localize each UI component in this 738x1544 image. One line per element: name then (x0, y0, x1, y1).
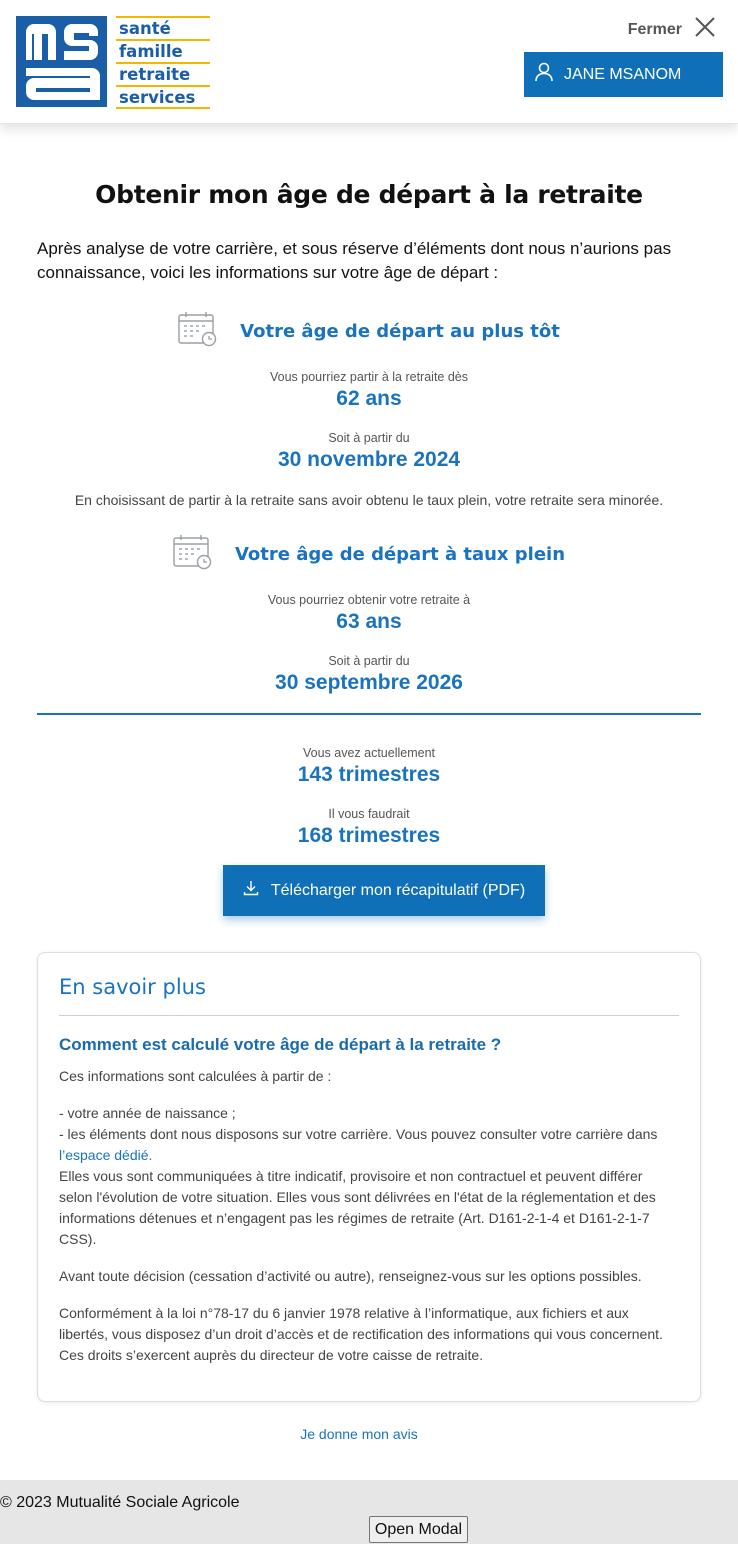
earliest-age-value: 62 ans (336, 387, 402, 410)
site-header: santé famille retraite services Fermer J… (0, 0, 738, 124)
calendar-clock-icon (178, 311, 218, 352)
earliest-departure-header: Votre âge de départ au plus tôt (37, 311, 701, 352)
calendar-clock-icon (173, 534, 213, 575)
download-wrap: Télécharger mon récapitulatif (PDF) (37, 865, 701, 916)
intro-text: Après analyse de votre carrière, et sous… (37, 239, 672, 282)
feedback-link[interactable]: Je donne mon avis (0, 1426, 718, 1442)
more-info-p1: Ces informations sont calculées à partir… (59, 1068, 332, 1084)
more-info-p4: Conformément à la loi n°78-17 du 6 janvi… (59, 1305, 663, 1363)
full-rate-date-label: Soit à partir du (328, 654, 410, 668)
card-divider (59, 1015, 679, 1016)
more-info-card: En savoir plus Comment est calculé votre… (37, 952, 701, 1402)
msa-logo-text: santé famille retraite services (116, 16, 210, 109)
site-footer: © 2023 Mutualité Sociale Agricole Open M… (0, 1480, 738, 1544)
user-name: JANE MSANOM (564, 65, 682, 83)
close-label: Fermer (627, 20, 682, 38)
download-icon (243, 880, 259, 901)
full-rate-section: Votre âge de départ à taux plein Vous po… (37, 534, 701, 695)
required-quarters-value: 168 trimestres (297, 824, 441, 847)
msa-logo[interactable]: santé famille retraite services (16, 16, 210, 109)
full-rate-title: Votre âge de départ à taux plein (234, 544, 566, 565)
earliest-date-value: 30 novembre 2024 (277, 448, 461, 471)
more-info-title: En savoir plus (59, 975, 206, 999)
more-info-p3: Avant toute décision (cessation d’activi… (59, 1268, 642, 1284)
logo-line: santé (116, 16, 210, 39)
more-info-p2-rest: Elles vous sont communiquées à titre ind… (59, 1168, 656, 1247)
full-rate-header: Votre âge de départ à taux plein (37, 534, 701, 575)
espace-dedie-link[interactable]: l’espace dédié (59, 1147, 149, 1163)
logo-line: services (116, 85, 210, 109)
main-content: Obtenir mon âge de départ à la retraite … (37, 180, 701, 916)
current-quarters-label: Vous avez actuellement (302, 746, 436, 760)
earliest-date-label: Soit à partir du (328, 431, 410, 445)
page-title: Obtenir mon âge de départ à la retraite (95, 180, 643, 209)
section-divider (37, 713, 701, 715)
link-period: . (148, 1147, 153, 1163)
msa-logo-mark (16, 16, 107, 107)
earliest-note: En choisissant de partir à la retraite s… (74, 492, 664, 508)
more-info-p2-line2-wrap: - les éléments dont nous disposons sur v… (59, 1124, 679, 1166)
logo-line: retraite (116, 62, 210, 85)
current-quarters-value: 143 trimestres (297, 763, 441, 786)
more-info-p2-line2: - les éléments dont nous disposons sur v… (59, 1126, 658, 1142)
user-account-button[interactable]: JANE MSANOM (524, 52, 723, 97)
copyright-text: © 2023 Mutualité Sociale Agricole (0, 1494, 240, 1511)
close-button[interactable]: Fermer (628, 16, 716, 43)
user-icon (534, 62, 554, 87)
download-pdf-button[interactable]: Télécharger mon récapitulatif (PDF) (223, 865, 545, 916)
download-pdf-label: Télécharger mon récapitulatif (PDF) (270, 881, 526, 899)
full-rate-age-value: 63 ans (336, 610, 402, 633)
earliest-age-label: Vous pourriez partir à la retraite dès (269, 370, 469, 384)
earliest-departure-title: Votre âge de départ au plus tôt (240, 321, 560, 342)
close-icon[interactable] (694, 16, 716, 43)
more-info-p2: - votre année de naissance ; - les éléme… (59, 1103, 679, 1250)
more-info-p2-line1: - votre année de naissance ; (59, 1105, 236, 1121)
earliest-departure-section: Votre âge de départ au plus tôt Vous pou… (37, 311, 701, 508)
required-quarters-label: Il vous faudrait (328, 807, 410, 821)
open-modal-button[interactable]: Open Modal (369, 1516, 468, 1543)
more-info-subtitle: Comment est calculé votre âge de départ … (59, 1035, 502, 1054)
quarters-section: Vous avez actuellement 143 trimestres Il… (37, 746, 701, 848)
logo-line: famille (116, 39, 210, 62)
full-rate-age-label: Vous pourriez obtenir votre retraite à (267, 593, 471, 607)
full-rate-date-value: 30 septembre 2026 (275, 671, 463, 694)
